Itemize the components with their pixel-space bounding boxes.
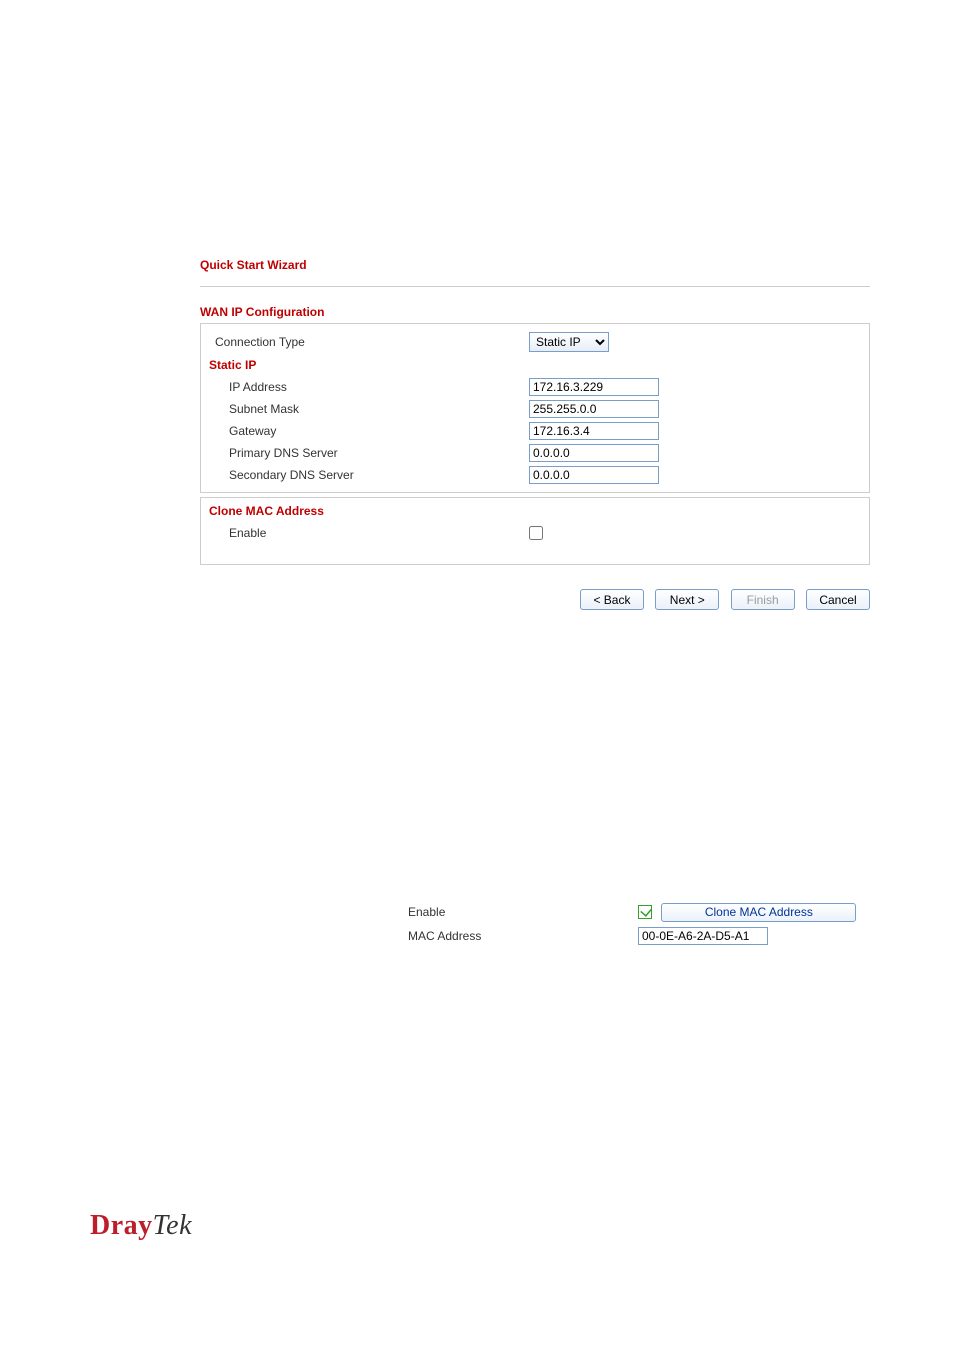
connection-type-select[interactable]: Static IP [529, 332, 609, 352]
enable-clone-checkbox[interactable] [529, 526, 543, 540]
clone-mac-snippet: Enable Clone MAC Address MAC Address [408, 900, 868, 948]
snippet-enable-label: Enable [408, 905, 638, 919]
wizard-panel: Quick Start Wizard WAN IP Configuration … [200, 258, 870, 610]
clone-mac-heading: Clone MAC Address [209, 504, 861, 518]
clone-mac-box: Clone MAC Address Enable [200, 497, 870, 565]
ip-address-input[interactable] [529, 378, 659, 396]
static-ip-heading: Static IP [209, 358, 861, 372]
secondary-dns-input[interactable] [529, 466, 659, 484]
snippet-enable-checkbox[interactable] [638, 905, 652, 919]
wizard-buttons: < Back Next > Finish Cancel [200, 589, 870, 610]
gateway-label: Gateway [209, 424, 529, 438]
mac-address-input[interactable] [638, 927, 768, 945]
wizard-title: Quick Start Wizard [200, 258, 870, 272]
cancel-button[interactable]: Cancel [806, 589, 870, 610]
snippet-mac-label: MAC Address [408, 929, 638, 943]
subnet-mask-input[interactable] [529, 400, 659, 418]
back-button[interactable]: < Back [580, 589, 644, 610]
ip-address-label: IP Address [209, 380, 529, 394]
finish-button: Finish [731, 589, 795, 610]
wan-config-box: Connection Type Static IP Static IP IP A… [200, 323, 870, 493]
divider [200, 286, 870, 287]
secondary-dns-label: Secondary DNS Server [209, 468, 529, 482]
primary-dns-input[interactable] [529, 444, 659, 462]
next-button[interactable]: Next > [655, 589, 719, 610]
enable-label: Enable [209, 526, 529, 540]
connection-type-label: Connection Type [209, 335, 529, 349]
clone-mac-button[interactable]: Clone MAC Address [661, 903, 856, 922]
subnet-mask-label: Subnet Mask [209, 402, 529, 416]
primary-dns-label: Primary DNS Server [209, 446, 529, 460]
section-wan-ip-configuration: WAN IP Configuration [200, 305, 870, 319]
draytek-logo: DrayTek [90, 1210, 192, 1242]
logo-tek: Tek [153, 1210, 192, 1241]
gateway-input[interactable] [529, 422, 659, 440]
logo-dray: Dray [90, 1210, 153, 1241]
